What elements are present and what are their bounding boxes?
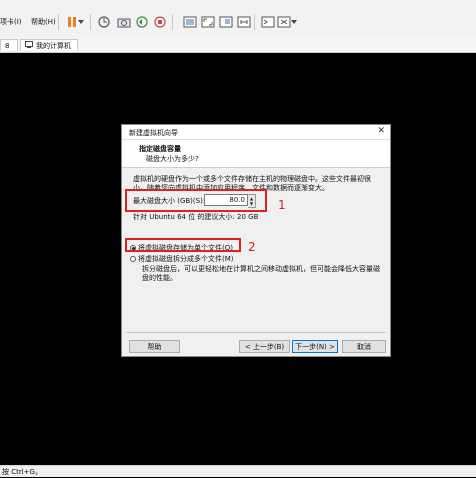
tab-partial[interactable]: 8 <box>0 39 18 51</box>
back-button[interactable]: < 上一步(B) <box>239 340 290 353</box>
next-button[interactable]: 下一步(N) > <box>292 340 338 353</box>
radio-multi-file[interactable]: 将虚拟磁盘拆分成多个文件(M) <box>130 254 234 264</box>
toolbar-separator <box>58 14 59 30</box>
tab-my-computer[interactable]: 我的计算机 <box>20 39 78 51</box>
snapshot-manager-icon[interactable] <box>152 14 168 30</box>
annotation-box-disk-size <box>125 189 267 212</box>
recommended-size: 针对 Ubuntu 64 位 的建议大小: 20 GB <box>133 213 259 221</box>
menu-toolbar: 项卡(I) 帮助(H) <box>0 0 476 39</box>
snapshot-icon[interactable] <box>116 14 132 30</box>
toolbar-separator <box>172 14 173 30</box>
unity-icon[interactable] <box>218 14 234 30</box>
stretch-icon[interactable] <box>236 14 252 30</box>
status-bar: 按 Ctrl+G。 <box>0 465 476 477</box>
menu-help[interactable]: 帮助(H) <box>31 17 56 27</box>
help-button[interactable]: 帮助 <box>129 340 180 353</box>
radio-button[interactable] <box>130 256 136 262</box>
annotation-box-single-file <box>125 238 241 252</box>
dialog-titlebar: 新建虚拟机向导 ✕ <box>122 125 390 140</box>
dialog-title: 新建虚拟机向导 <box>129 129 178 137</box>
tab-my-computer-label: 我的计算机 <box>36 41 71 50</box>
annotation-number-1: 1 <box>278 198 286 212</box>
footer-divider <box>126 332 386 333</box>
cancel-button[interactable]: 取消 <box>342 340 386 353</box>
toolbar-separator <box>254 14 255 30</box>
chevron-down-icon[interactable] <box>290 14 298 30</box>
close-icon[interactable]: ✕ <box>377 126 385 136</box>
dialog-header: 指定磁盘容量 磁盘大小为多少? <box>122 140 390 168</box>
chevron-down-icon[interactable] <box>77 14 85 30</box>
menu-tabs[interactable]: 项卡(I) <box>0 17 22 27</box>
send-keys-icon[interactable] <box>96 14 112 30</box>
radio-multi-file-label: 将虚拟磁盘拆分成多个文件(M) <box>138 255 234 263</box>
toolbar-separator <box>90 14 91 30</box>
annotation-number-2: 2 <box>248 240 256 254</box>
tab-bar: 8 我的计算机 <box>0 38 476 53</box>
header-title: 指定磁盘容量 <box>139 145 181 153</box>
fullscreen-icon[interactable] <box>200 14 216 30</box>
split-description: 拆分磁盘后，可以更轻松地在计算机之间移动虚拟机，但可能会降低大容量磁盘的性能。 <box>142 265 380 282</box>
computer-icon <box>25 41 33 50</box>
view-icon[interactable] <box>182 14 198 30</box>
header-subtitle: 磁盘大小为多少? <box>146 155 199 163</box>
console-icon[interactable] <box>260 14 276 30</box>
tab-partial-label: 8 <box>5 41 10 50</box>
revert-snapshot-icon[interactable] <box>134 14 150 30</box>
